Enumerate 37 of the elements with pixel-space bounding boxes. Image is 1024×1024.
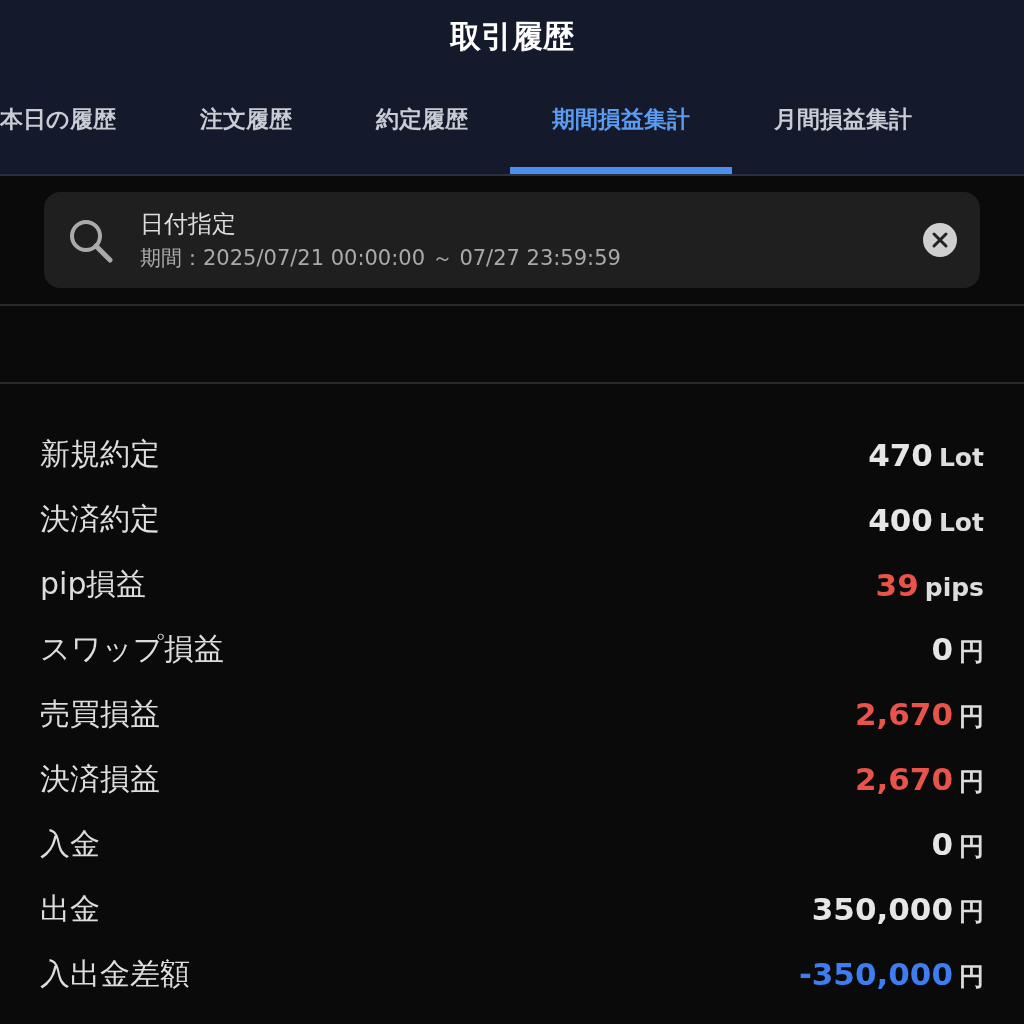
- unit-label: Lot: [938, 442, 984, 472]
- unit-label: 円: [959, 636, 984, 668]
- row-label: スワップ損益: [40, 630, 224, 668]
- period-text: 期間：2025/07/21 00:00:00 ～ 07/27 23:59:59: [140, 245, 622, 272]
- clear-icon[interactable]: [922, 222, 958, 258]
- page-title: 取引履歴: [449, 17, 575, 56]
- row-label: pip損益: [40, 565, 147, 603]
- row-value: 2,670: [854, 761, 953, 797]
- tab[interactable]: 約定履歴: [334, 84, 510, 174]
- tab[interactable]: 本日の履歴: [0, 84, 158, 174]
- row-value: -350,000: [798, 956, 953, 992]
- unit-label: 円: [959, 896, 984, 928]
- row-label: 決済約定: [40, 500, 160, 538]
- filter-label: 日付指定: [140, 209, 237, 240]
- row-label: 入出金差額: [40, 955, 190, 993]
- unit-label: 円: [959, 766, 984, 798]
- row-label: 決済損益: [40, 760, 160, 798]
- row-value: 350,000: [811, 891, 953, 927]
- unit-label: 円: [959, 961, 984, 993]
- row-value: 470: [868, 436, 933, 473]
- row-label: 入金: [40, 825, 100, 863]
- row-label: 新規約定: [40, 435, 160, 473]
- row-label: 出金: [40, 890, 100, 928]
- row-value: 0: [931, 826, 953, 862]
- unit-label: pips: [924, 572, 984, 602]
- unit-label: Lot: [938, 507, 984, 537]
- tab[interactable]: 注文履歴: [158, 84, 334, 174]
- row-value: 2,670: [854, 696, 953, 732]
- row-label: 売買損益: [40, 695, 160, 733]
- unit-label: 円: [959, 831, 984, 863]
- row-value: 0: [931, 631, 953, 667]
- tab[interactable]: 月間損益集計: [732, 84, 954, 174]
- tab[interactable]: 期間損益集計: [510, 84, 732, 174]
- date-filter-field[interactable]: 日付指定 期間：2025/07/21 00:00:00 ～ 07/27 23:59:59: [44, 192, 980, 288]
- row-value: 39: [875, 566, 919, 603]
- unit-label: 円: [959, 701, 984, 733]
- row-value: 400: [868, 501, 933, 538]
